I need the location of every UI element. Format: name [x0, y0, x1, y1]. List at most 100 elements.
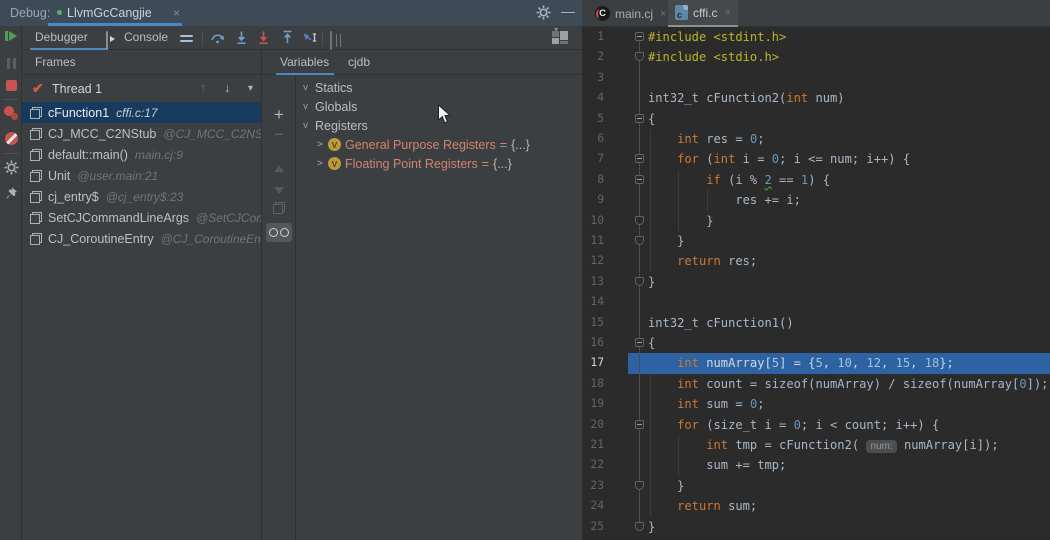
- divider: [4, 153, 18, 154]
- run-config-tab[interactable]: LlvmGcCangjie ×: [48, 0, 182, 26]
- gear-icon[interactable]: [536, 5, 551, 20]
- tab-console[interactable]: Console: [124, 30, 168, 44]
- code-line[interactable]: for (int i = 0; i <= num; i++) {: [582, 149, 1050, 169]
- frame-row[interactable]: SetCJCommandLineArgs@SetCJCommandLineArg…: [22, 207, 261, 228]
- code-line[interactable]: int tmp = cFunction2( num: numArray[i]);: [582, 435, 1050, 455]
- code-line[interactable]: }: [582, 231, 1050, 251]
- close-icon[interactable]: ×: [660, 8, 666, 20]
- chevron-right-icon[interactable]: >: [315, 158, 325, 169]
- remove-watch-button[interactable]: −: [262, 125, 296, 145]
- variable-tree-row[interactable]: >Statics: [296, 78, 582, 97]
- tab-main-cj[interactable]: C main.cj ×: [588, 0, 673, 27]
- force-step-into-icon[interactable]: [256, 30, 271, 50]
- code-line[interactable]: int sum = 0;: [582, 394, 1050, 414]
- thread-check-icon: ✔: [32, 80, 44, 97]
- variable-tree-row[interactable]: >VGeneral Purpose Registers={...}: [296, 135, 582, 154]
- variable-value: {...}: [511, 138, 530, 152]
- code-text: ; i <= num; i++) {: [779, 152, 910, 166]
- chevron-right-icon[interactable]: >: [315, 139, 325, 150]
- grid-icon[interactable]: [330, 32, 332, 50]
- frame-row[interactable]: CJ_CoroutineEntry@CJ_CoroutineEntry:7: [22, 228, 261, 249]
- line-number[interactable]: 3: [582, 68, 604, 88]
- preprocessor-token: #include <stdint.h>: [648, 30, 786, 44]
- code-text: count = sizeof(numArray) / sizeof(numArr…: [699, 377, 1019, 391]
- duplicate-icon[interactable]: [262, 202, 296, 214]
- code-line[interactable]: }: [582, 517, 1050, 537]
- mute-breakpoints-icon[interactable]: [0, 132, 22, 145]
- code-line[interactable]: sum += tmp;: [582, 455, 1050, 475]
- tab-debugger[interactable]: Debugger: [35, 30, 88, 44]
- status-dot-icon: [57, 10, 62, 15]
- close-icon[interactable]: ×: [724, 7, 730, 19]
- tab-cjdb[interactable]: cjdb: [348, 50, 370, 75]
- navigate-down-icon[interactable]: ↓: [224, 80, 231, 95]
- code-line[interactable]: return res;: [582, 251, 1050, 271]
- layout-options-icon[interactable]: [180, 32, 193, 45]
- code-line[interactable]: int count = sizeof(numArray) / sizeof(nu…: [582, 374, 1050, 394]
- variable-name: Floating Point Registers: [345, 157, 478, 171]
- code-line[interactable]: }: [582, 476, 1050, 496]
- code-text: [648, 152, 677, 166]
- move-down-button[interactable]: [262, 187, 296, 194]
- code-line[interactable]: #include <stdio.h>: [582, 47, 1050, 67]
- code-line[interactable]: {: [582, 109, 1050, 129]
- settings-gear-icon[interactable]: [0, 160, 22, 175]
- keyword-token: int: [786, 91, 808, 105]
- frame-row[interactable]: cFunction1cffi.c:17: [22, 102, 261, 123]
- code-line[interactable]: }: [582, 211, 1050, 231]
- code-line[interactable]: int numArray[5] = {5, 10, 12, 15, 18};: [582, 353, 1050, 373]
- code-text: res =: [699, 132, 750, 146]
- number-token: 18: [925, 356, 940, 370]
- number-token: 0: [1019, 377, 1026, 391]
- code-line[interactable]: {: [582, 333, 1050, 353]
- frame-row[interactable]: default::main()main.cj:9: [22, 144, 261, 165]
- code-text: [648, 397, 677, 411]
- stack-frame-icon: [30, 128, 42, 140]
- code-line[interactable]: }: [582, 272, 1050, 292]
- keyword-token: int: [677, 356, 699, 370]
- variable-group-label: Globals: [315, 100, 357, 114]
- line-number[interactable]: 14: [582, 292, 604, 312]
- step-into-icon[interactable]: [234, 30, 249, 50]
- variable-badge-icon: V: [328, 157, 341, 170]
- thread-selector[interactable]: ✔ Thread 1 ↑ ↓ ▾: [22, 77, 261, 101]
- code-line[interactable]: if (i % 2 == 1) {: [582, 170, 1050, 190]
- code-line[interactable]: return sum;: [582, 496, 1050, 516]
- chevron-down-icon[interactable]: >: [300, 102, 311, 112]
- code-line[interactable]: for (size_t i = 0; i < count; i++) {: [582, 415, 1050, 435]
- resume-icon[interactable]: [0, 31, 22, 41]
- pin-icon[interactable]: [0, 186, 22, 200]
- navigate-up-icon[interactable]: ↑: [200, 80, 207, 95]
- code-editor[interactable]: 1#include <stdint.h>2#include <stdio.h>3…: [582, 27, 1050, 540]
- code-text: (: [699, 152, 714, 166]
- tab-variables[interactable]: Variables: [280, 50, 329, 75]
- frame-row[interactable]: cj_entry$@cj_entry$:23: [22, 186, 261, 207]
- thread-dropdown-icon[interactable]: ▾: [248, 83, 253, 94]
- code-text: tmp = cFunction2(: [728, 438, 866, 452]
- code-line[interactable]: #include <stdint.h>: [582, 27, 1050, 47]
- minimize-icon[interactable]: —: [560, 3, 576, 19]
- step-out-icon[interactable]: [280, 30, 295, 50]
- chevron-down-icon[interactable]: >: [300, 121, 311, 131]
- tab-cffi-c[interactable]: c cffi.c ×: [668, 0, 738, 27]
- code-text: [648, 418, 677, 432]
- frame-row[interactable]: CJ_MCC_C2NStub@CJ_MCC_C2NStub:7: [22, 123, 261, 144]
- step-over-icon[interactable]: [210, 30, 225, 50]
- close-icon[interactable]: ×: [173, 6, 180, 20]
- run-to-cursor-icon[interactable]: [302, 30, 319, 50]
- code-line[interactable]: int32_t cFunction1(): [582, 313, 1050, 333]
- keyword-token: if: [706, 173, 721, 187]
- frame-row[interactable]: Unit@user.main:21: [22, 165, 261, 186]
- code-line[interactable]: int32_t cFunction2(int num): [582, 88, 1050, 108]
- pause-icon[interactable]: [0, 56, 22, 74]
- chevron-down-icon[interactable]: >: [300, 83, 311, 93]
- code-line[interactable]: int res = 0;: [582, 129, 1050, 149]
- stop-icon[interactable]: [0, 80, 22, 91]
- show-watches-button[interactable]: [262, 223, 296, 242]
- view-breakpoints-icon[interactable]: [0, 106, 22, 120]
- variable-tree-row[interactable]: >VFloating Point Registers={...}: [296, 154, 582, 173]
- code-line[interactable]: res += i;: [582, 190, 1050, 210]
- keyword-token: int: [706, 438, 728, 452]
- add-watch-button[interactable]: +: [262, 105, 296, 125]
- move-up-button[interactable]: [262, 165, 296, 172]
